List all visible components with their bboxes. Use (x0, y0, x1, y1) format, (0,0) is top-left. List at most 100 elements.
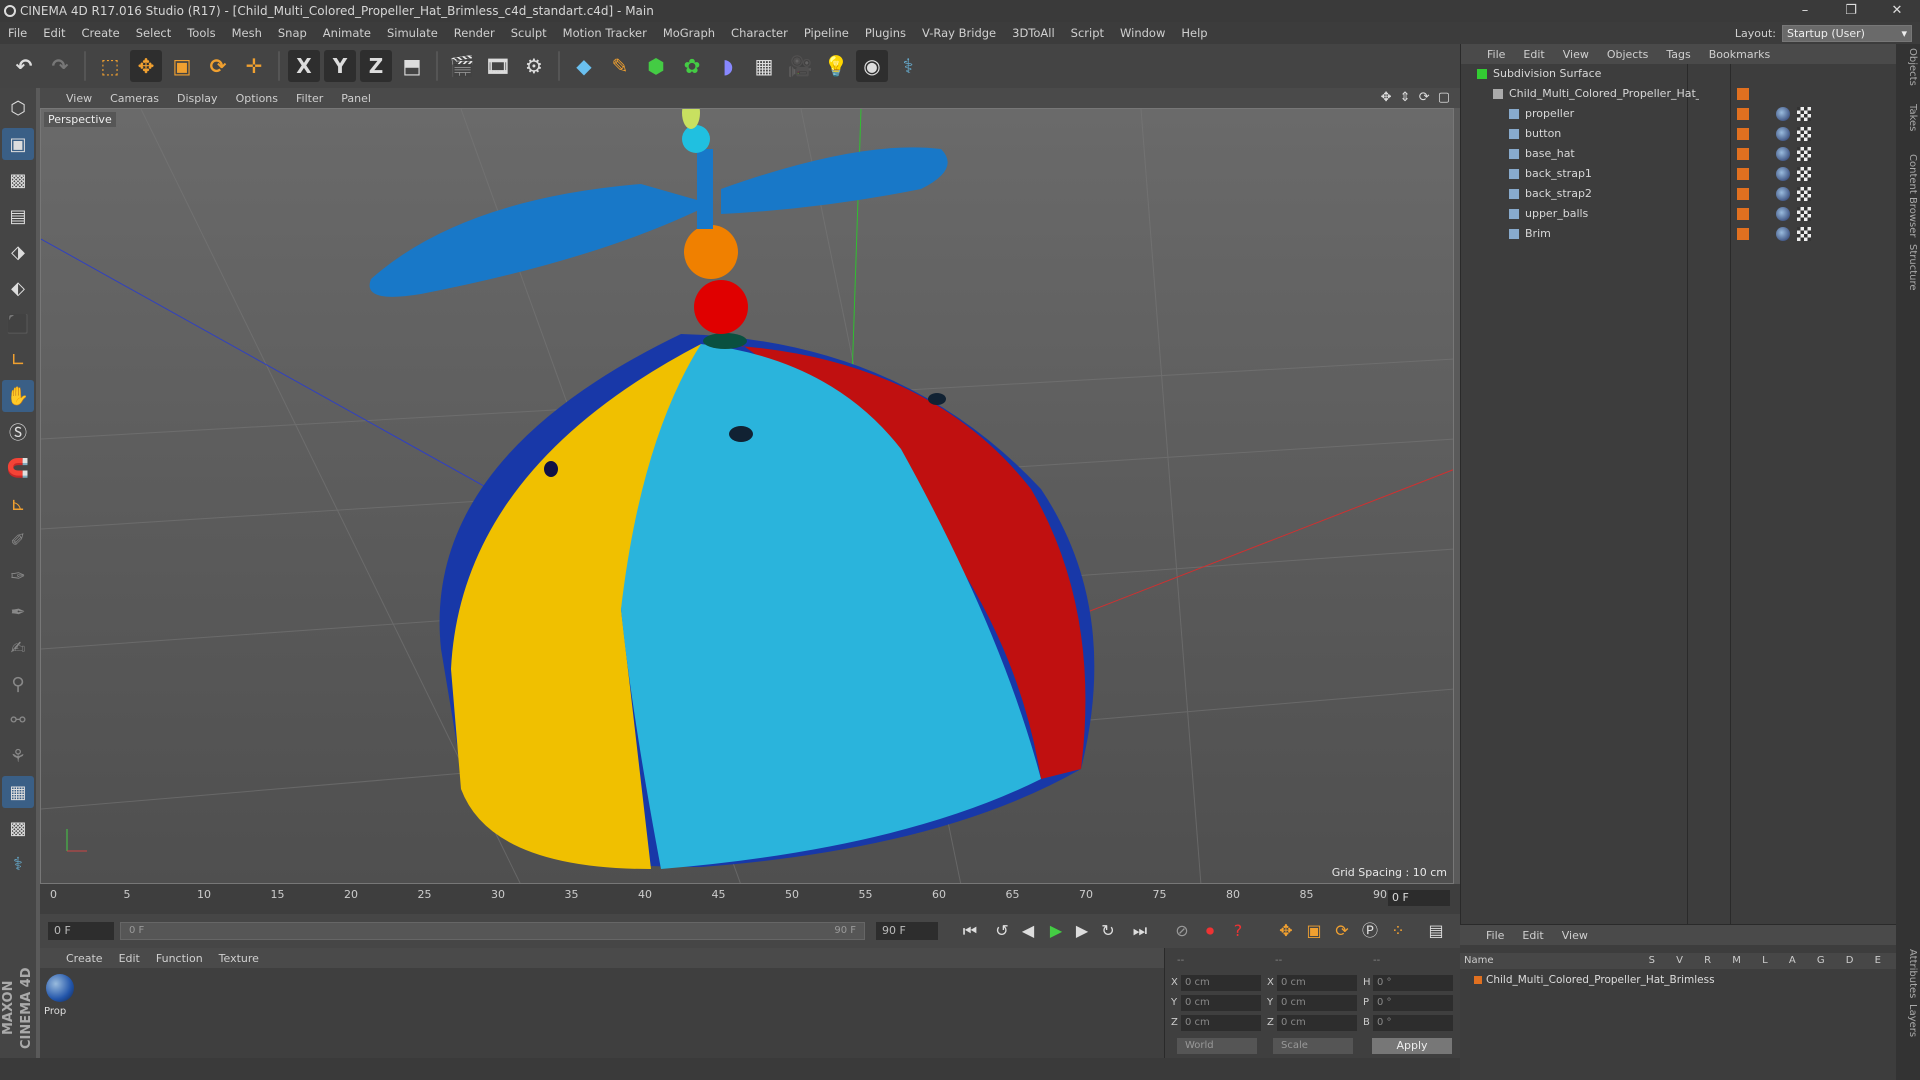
sketch-toon-icon[interactable]: ◉ (856, 50, 888, 82)
coordinate-mode-dropdown[interactable]: World (1177, 1038, 1257, 1054)
go-to-start-icon[interactable]: ⏮ (958, 919, 982, 943)
next-key-icon[interactable]: ↻ (1096, 919, 1120, 943)
python-icon[interactable]: ⚕ (892, 50, 924, 82)
frame-range-slider[interactable]: 0 F 90 F (120, 922, 865, 940)
transform-tool-icon[interactable]: ✛ (238, 50, 270, 82)
keyframe-selection-icon[interactable]: ? (1226, 919, 1250, 943)
scale-mode-dropdown[interactable]: Scale (1273, 1038, 1353, 1054)
position-x-field[interactable]: 0 cm (1181, 975, 1261, 991)
light-icon[interactable]: 💡 (820, 50, 852, 82)
propeller-hat-model[interactable] (369, 109, 1095, 869)
live-selection-icon[interactable]: ⬚ (94, 50, 126, 82)
magnet-icon[interactable]: 🧲 (2, 452, 34, 484)
timeline-window-icon[interactable]: ▤ (1424, 919, 1448, 943)
uvw-tag-icon[interactable] (1797, 147, 1811, 161)
floor-icon[interactable]: ▦ (748, 50, 780, 82)
position-z-field[interactable]: 0 cm (1181, 1015, 1261, 1031)
play-icon[interactable]: ▶ (1044, 919, 1068, 943)
x-axis-lock-button[interactable]: X (288, 50, 320, 82)
close-button[interactable]: ✕ (1874, 0, 1920, 22)
render-view-icon[interactable]: 🎬 (446, 50, 478, 82)
key-scale-icon[interactable]: ▣ (1302, 919, 1326, 943)
start-frame-field[interactable]: 0 F (48, 922, 114, 940)
apply-button[interactable]: Apply (1372, 1038, 1452, 1054)
side-tab-objects[interactable]: Objects (1898, 48, 1918, 86)
material-preview-icon[interactable] (46, 974, 74, 1002)
menu-mograph[interactable]: MoGraph (663, 26, 715, 40)
layer-color-tag[interactable] (1737, 148, 1749, 160)
array-icon[interactable]: ✿ (676, 50, 708, 82)
material-tag-icon[interactable] (1776, 207, 1790, 221)
objects-menu-objects[interactable]: Objects (1607, 48, 1649, 61)
viewport-menu-filter[interactable]: Filter (296, 92, 323, 105)
size-y-field[interactable]: 0 cm (1277, 995, 1357, 1011)
material-name[interactable]: Prop (44, 1006, 66, 1017)
rotation-b-field[interactable]: 0 ° (1373, 1015, 1453, 1031)
rotation-p-field[interactable]: 0 ° (1373, 995, 1453, 1011)
size-x-field[interactable]: 0 cm (1277, 975, 1357, 991)
end-frame-field[interactable]: 90 F (876, 922, 938, 940)
material-menu-create[interactable]: Create (66, 952, 103, 965)
objects-menu-view[interactable]: View (1563, 48, 1589, 61)
next-frame-icon[interactable]: ▶ (1070, 919, 1094, 943)
uvw-tag-icon[interactable] (1797, 107, 1811, 121)
tweak-mode-icon[interactable]: ✋ (2, 380, 34, 412)
minimize-button[interactable]: – (1782, 0, 1828, 22)
brush-settings-icon[interactable]: ▩ (2, 812, 34, 844)
layer-row[interactable]: Child_Multi_Colored_Propeller_Hat_Brimle… (1460, 971, 1896, 989)
key-position-icon[interactable]: ✥ (1274, 919, 1298, 943)
menu-render[interactable]: Render (454, 26, 495, 40)
viewport-menu-view[interactable]: View (66, 92, 92, 105)
python-script-icon[interactable]: ⚕ (2, 848, 34, 880)
layout-dropdown[interactable]: Startup (User) (1782, 25, 1912, 42)
sculpt-knife-icon[interactable]: ⚘ (2, 740, 34, 772)
3d-viewport[interactable]: Perspective Grid Spacing : 10 cm (40, 108, 1454, 884)
camera-icon[interactable]: 🎥 (784, 50, 816, 82)
menu-plugins[interactable]: Plugins (865, 26, 906, 40)
uvw-tag-icon[interactable] (1797, 127, 1811, 141)
render-settings-icon[interactable]: ⚙ (518, 50, 550, 82)
material-tag-icon[interactable] (1776, 227, 1790, 241)
sculpt-smooth-icon[interactable]: ✑ (2, 560, 34, 592)
layer-color-tag[interactable] (1737, 108, 1749, 120)
menu-create[interactable]: Create (82, 26, 120, 40)
menu-snap[interactable]: Snap (278, 26, 307, 40)
model-mode-icon[interactable]: ▣ (2, 128, 34, 160)
subdivision-surface-icon[interactable]: ⬢ (640, 50, 672, 82)
sculpt-inflate-icon[interactable]: ✍ (2, 632, 34, 664)
size-z-field[interactable]: 0 cm (1277, 1015, 1357, 1031)
side-tab-structure[interactable]: Structure (1898, 244, 1918, 291)
previous-frame-icon[interactable]: ◀ (1016, 919, 1040, 943)
sculpt-pull-icon[interactable]: ✒ (2, 596, 34, 628)
side-tab-takes[interactable]: Takes (1898, 104, 1918, 131)
material-menu-texture[interactable]: Texture (219, 952, 259, 965)
layer-color-tag[interactable] (1737, 128, 1749, 140)
autokey-icon[interactable]: ⏺ (1198, 919, 1222, 943)
edges-mode-icon[interactable]: ⬖ (2, 272, 34, 304)
menu-3dtoall[interactable]: 3DToAll (1012, 26, 1055, 40)
object-row[interactable]: Child_Multi_Colored_Propeller_Hat_Brimle… (1461, 84, 1897, 104)
undo-icon[interactable]: ↶ (8, 50, 40, 82)
y-axis-lock-button[interactable]: Y (324, 50, 356, 82)
redo-icon[interactable]: ↷ (44, 50, 76, 82)
axis-mode-icon[interactable]: ∟ (2, 344, 34, 376)
menu-select[interactable]: Select (136, 26, 171, 40)
object-row[interactable]: propeller (1461, 104, 1897, 124)
side-tab-attributes[interactable]: Attributes (1898, 949, 1918, 998)
uvw-tag-icon[interactable] (1797, 167, 1811, 181)
key-pla-icon[interactable]: ⁘ (1386, 919, 1410, 943)
menu-script[interactable]: Script (1071, 26, 1104, 40)
material-tag-icon[interactable] (1776, 167, 1790, 181)
objects-menu-edit[interactable]: Edit (1523, 48, 1544, 61)
spline-pen-icon[interactable]: ✎ (604, 50, 636, 82)
workplane-axis-icon[interactable]: ⊾ (2, 488, 34, 520)
polygons-mode-icon[interactable]: ⬛ (2, 308, 34, 340)
menu-character[interactable]: Character (731, 26, 788, 40)
key-parameter-icon[interactable]: Ⓟ (1358, 919, 1382, 943)
material-tag-icon[interactable] (1776, 187, 1790, 201)
menu-motion-tracker[interactable]: Motion Tracker (563, 26, 647, 40)
layer-color-tag[interactable] (1737, 168, 1749, 180)
layers-menu-file[interactable]: File (1486, 929, 1504, 942)
points-mode-icon[interactable]: ⬗ (2, 236, 34, 268)
coordinate-system-icon[interactable]: ⬒ (396, 50, 428, 82)
